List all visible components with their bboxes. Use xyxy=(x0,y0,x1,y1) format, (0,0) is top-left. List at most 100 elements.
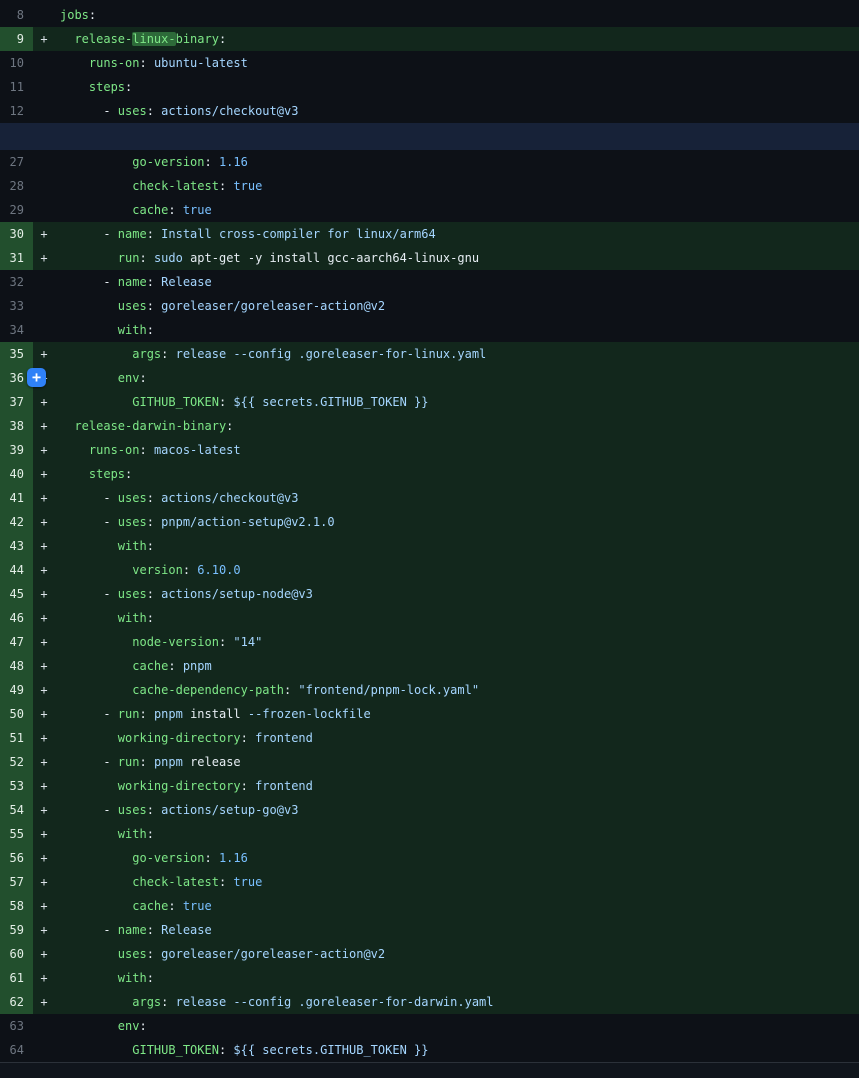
code-token: uses xyxy=(118,803,147,817)
code-line: - uses: pnpm/action-setup@v2.1.0 xyxy=(55,510,335,534)
diff-marker: + xyxy=(33,558,55,582)
line-number[interactable]: 58 xyxy=(0,894,33,918)
code-token: : xyxy=(147,299,161,313)
diff-row: 61+ with: xyxy=(0,966,859,990)
code-token: : xyxy=(161,347,175,361)
line-number[interactable]: 31 xyxy=(0,246,33,270)
diff-row: 63 env: xyxy=(0,1014,859,1038)
line-number[interactable]: 55 xyxy=(0,822,33,846)
code-token: : xyxy=(147,587,161,601)
diff-marker: + xyxy=(33,246,55,270)
code-token: GITHUB_TOKEN xyxy=(132,395,219,409)
line-number[interactable]: 42 xyxy=(0,510,33,534)
code-line: steps: xyxy=(55,462,132,486)
code-token: : xyxy=(139,251,153,265)
code-token: binary xyxy=(176,32,219,46)
code-token xyxy=(60,347,132,361)
diff-marker xyxy=(33,99,55,123)
line-number[interactable]: 37 xyxy=(0,390,33,414)
diff-marker xyxy=(33,1014,55,1038)
line-number[interactable]: 62 xyxy=(0,990,33,1014)
diff-row: 55+ with: xyxy=(0,822,859,846)
line-number[interactable]: 38 xyxy=(0,414,33,438)
diff-marker: + xyxy=(33,846,55,870)
line-number[interactable]: 47 xyxy=(0,630,33,654)
code-token: runs-on xyxy=(89,56,140,70)
line-number[interactable]: 45 xyxy=(0,582,33,606)
line-number[interactable]: 53 xyxy=(0,774,33,798)
code-token xyxy=(60,971,118,985)
line-number[interactable]: 28 xyxy=(0,174,33,198)
diff-row: 64 GITHUB_TOKEN: ${{ secrets.GITHUB_TOKE… xyxy=(0,1038,859,1062)
line-number[interactable]: 33 xyxy=(0,294,33,318)
code-token: - xyxy=(60,755,118,769)
code-line: env: xyxy=(55,366,147,390)
line-number[interactable]: 51 xyxy=(0,726,33,750)
code-token: : xyxy=(147,275,161,289)
line-number[interactable]: 60 xyxy=(0,942,33,966)
diff-marker: + xyxy=(33,414,55,438)
diff-marker: + xyxy=(33,606,55,630)
line-number[interactable]: 64 xyxy=(0,1038,33,1062)
code-line: node-version: "14" xyxy=(55,630,262,654)
diff-marker xyxy=(33,174,55,198)
line-number[interactable]: 50 xyxy=(0,702,33,726)
code-token: steps xyxy=(89,467,125,481)
code-token: : xyxy=(168,659,182,673)
code-token: install xyxy=(183,707,248,721)
line-number[interactable]: 35 xyxy=(0,342,33,366)
code-token: : xyxy=(147,515,161,529)
line-number[interactable]: 57 xyxy=(0,870,33,894)
line-number[interactable]: 12 xyxy=(0,99,33,123)
line-number[interactable]: 11 xyxy=(0,75,33,99)
code-token: with xyxy=(118,611,147,625)
line-number[interactable]: 59 xyxy=(0,918,33,942)
line-number[interactable]: 39 xyxy=(0,438,33,462)
code-token: - xyxy=(60,515,118,529)
line-number[interactable]: 30 xyxy=(0,222,33,246)
add-comment-button[interactable]: + xyxy=(27,368,46,387)
line-number[interactable]: 54 xyxy=(0,798,33,822)
code-token xyxy=(60,1043,132,1057)
line-number[interactable]: 8 xyxy=(0,3,33,27)
diff-marker: + xyxy=(33,27,55,51)
line-number[interactable]: 56 xyxy=(0,846,33,870)
code-token xyxy=(60,251,118,265)
code-token: pnpm xyxy=(154,755,183,769)
line-number[interactable]: 27 xyxy=(0,150,33,174)
diff-marker: + xyxy=(33,390,55,414)
line-number[interactable]: 44 xyxy=(0,558,33,582)
diff-row: 60+ uses: goreleaser/goreleaser-action@v… xyxy=(0,942,859,966)
line-number[interactable]: 52 xyxy=(0,750,33,774)
code-token: runs-on xyxy=(89,443,140,457)
code-token xyxy=(60,179,132,193)
line-number[interactable]: 48 xyxy=(0,654,33,678)
line-number[interactable]: 49 xyxy=(0,678,33,702)
code-token: go-version xyxy=(132,155,204,169)
code-token: cache-dependency-path xyxy=(132,683,284,697)
code-token: with xyxy=(118,971,147,985)
diff-row: 10 runs-on: ubuntu-latest xyxy=(0,51,859,75)
line-number[interactable]: 32 xyxy=(0,270,33,294)
code-line: - name: Install cross-compiler for linux… xyxy=(55,222,436,246)
line-number[interactable]: 29 xyxy=(0,198,33,222)
line-number[interactable]: 9 xyxy=(0,27,33,51)
hunk-expander-row[interactable] xyxy=(0,123,859,150)
line-number[interactable]: 46 xyxy=(0,606,33,630)
code-line: working-directory: frontend xyxy=(55,726,313,750)
line-number[interactable]: 34 xyxy=(0,318,33,342)
diff-row: 62+ args: release --config .goreleaser-f… xyxy=(0,990,859,1014)
line-number[interactable]: 61 xyxy=(0,966,33,990)
line-number[interactable]: 63 xyxy=(0,1014,33,1038)
line-number[interactable]: 41 xyxy=(0,486,33,510)
code-token xyxy=(60,827,118,841)
line-number[interactable]: 43 xyxy=(0,534,33,558)
diff-row: 9+ release-linux-binary: xyxy=(0,27,859,51)
code-token: : xyxy=(219,1043,233,1057)
line-number[interactable]: 10 xyxy=(0,51,33,75)
code-token: true xyxy=(233,875,262,889)
code-line: - uses: actions/checkout@v3 xyxy=(55,99,298,123)
code-token: 1.16 xyxy=(219,851,248,865)
diff-marker: + xyxy=(33,630,55,654)
line-number[interactable]: 40 xyxy=(0,462,33,486)
